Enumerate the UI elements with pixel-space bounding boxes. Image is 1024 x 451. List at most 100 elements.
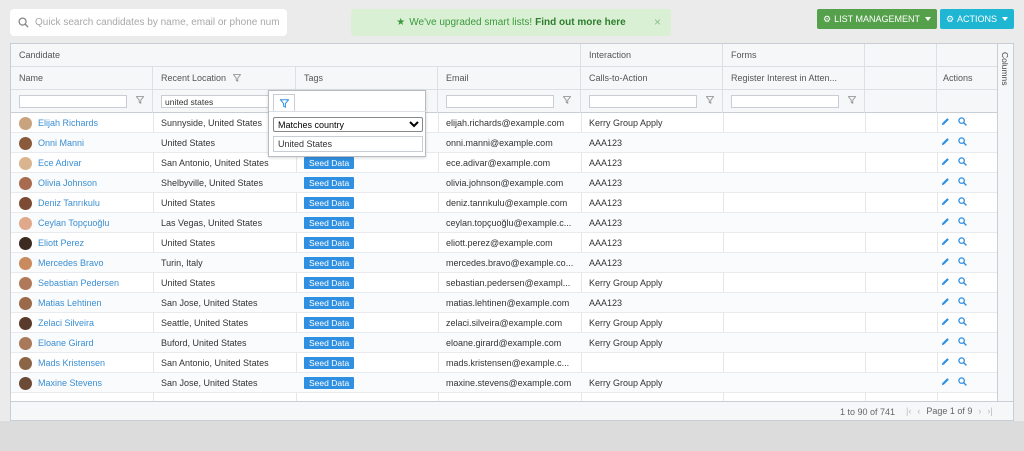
tag-badge[interactable]: Seed Data <box>304 217 355 229</box>
edit-icon[interactable] <box>941 217 950 226</box>
table-row[interactable]: Deniz Tanrıkulu United States Seed Data den… <box>11 193 999 213</box>
edit-icon[interactable] <box>941 377 950 386</box>
edit-icon[interactable] <box>941 257 950 266</box>
candidate-name[interactable]: Zelaci Silveira <box>11 313 153 333</box>
table-row[interactable]: Zelaci Silveira Seattle, United States See… <box>11 313 999 333</box>
candidate-name[interactable]: Matias Lehtinen <box>11 293 153 313</box>
candidate-name[interactable]: Maxine Stevens <box>11 373 153 393</box>
tag-badge[interactable]: Seed Data <box>304 277 355 289</box>
search-icon[interactable] <box>958 257 967 266</box>
header-location[interactable]: Recent Location <box>153 67 296 90</box>
filter-condition-select[interactable]: Matches country <box>273 117 423 132</box>
last-page-icon[interactable]: ›| <box>987 406 992 416</box>
table-row[interactable]: Ece Adıvar San Antonio, United States Seed… <box>11 153 999 173</box>
table-row[interactable]: Mercedes Bravo Turin, Italy Seed Data merce… <box>11 253 999 273</box>
search-icon[interactable] <box>958 377 967 386</box>
table-row[interactable]: Matias Lehtinen San Jose, United States Se… <box>11 293 999 313</box>
tag-badge[interactable]: Seed Data <box>304 297 355 309</box>
edit-icon[interactable] <box>941 337 950 346</box>
close-icon[interactable]: × <box>654 15 661 29</box>
banner-link[interactable]: Find out more here <box>535 17 626 28</box>
table-row[interactable]: Sebastian Pedersen United States Seed Data… <box>11 273 999 293</box>
search-icon[interactable] <box>958 117 967 126</box>
location-cell: Buford, United States <box>161 338 247 348</box>
list-management-button[interactable]: ⚙ LIST MANAGEMENT <box>817 9 937 29</box>
header-cta[interactable]: Calls-to-Action <box>581 67 723 90</box>
filter-email-input[interactable] <box>446 95 554 108</box>
table-row[interactable]: Eliott Perez United States Seed Data eliott… <box>11 233 999 253</box>
table-row[interactable]: Ceylan Topçuoğlu Las Vegas, United States… <box>11 213 999 233</box>
candidate-name[interactable]: Onni Manni <box>11 133 153 153</box>
table-row[interactable]: Eloane Girard Buford, United States Seed D… <box>11 333 999 353</box>
tags-cell: Seed Data <box>296 173 438 193</box>
filter-name-input[interactable] <box>19 95 127 108</box>
edit-icon[interactable] <box>941 277 950 286</box>
filter-icon[interactable] <box>848 96 856 104</box>
table-row[interactable]: Olivia Johnson Shelbyville, United States… <box>11 173 999 193</box>
filter-value-input[interactable]: United States <box>273 136 423 152</box>
table-row[interactable]: Maxine Stevens San Jose, United States See… <box>11 373 999 393</box>
search-icon[interactable] <box>958 217 967 226</box>
header-name[interactable]: Name <box>11 67 153 90</box>
tag-badge[interactable]: Seed Data <box>304 237 355 249</box>
candidate-name[interactable]: Deniz Tanrıkulu <box>11 193 153 213</box>
edit-icon[interactable] <box>941 137 950 146</box>
search-icon[interactable] <box>958 137 967 146</box>
tag-badge[interactable]: Seed Data <box>304 377 355 389</box>
table-row[interactable]: Mads Kristensen San Antonio, United State… <box>11 353 999 373</box>
filter-icon[interactable] <box>706 96 714 104</box>
edit-icon[interactable] <box>941 357 950 366</box>
search-input[interactable] <box>35 17 280 28</box>
header-register[interactable]: Register Interest in Atten... <box>723 67 865 90</box>
search-icon[interactable] <box>958 197 967 206</box>
edit-icon[interactable] <box>941 297 950 306</box>
tag-badge[interactable]: Seed Data <box>304 157 355 169</box>
table-row[interactable]: Elijah Richards Sunnyside, United States e… <box>11 113 999 133</box>
candidate-name[interactable]: Mercedes Bravo <box>11 253 153 273</box>
prev-page-icon[interactable]: ‹ <box>917 406 920 416</box>
columns-sidebar[interactable]: Columns <box>997 44 1013 401</box>
quick-search[interactable] <box>10 9 287 36</box>
edit-icon[interactable] <box>941 117 950 126</box>
actions-button[interactable]: ⚙ ACTIONS <box>940 9 1014 29</box>
search-icon[interactable] <box>958 337 967 346</box>
search-icon[interactable] <box>958 157 967 166</box>
candidate-name[interactable]: Eliott Perez <box>11 233 153 253</box>
candidate-name[interactable]: Ece Adıvar <box>11 153 153 173</box>
tag-badge[interactable]: Seed Data <box>304 177 355 189</box>
tag-badge[interactable]: Seed Data <box>304 317 355 329</box>
candidate-name[interactable]: Ceylan Topçuoğlu <box>11 213 153 233</box>
tag-badge[interactable]: Seed Data <box>304 197 355 209</box>
candidate-name[interactable]: Olivia Johnson <box>11 173 153 193</box>
search-icon[interactable] <box>958 317 967 326</box>
filter-active-icon[interactable] <box>232 74 241 82</box>
search-icon[interactable] <box>958 177 967 186</box>
edit-icon[interactable] <box>941 197 950 206</box>
filter-tab[interactable] <box>273 94 295 111</box>
search-icon[interactable] <box>958 357 967 366</box>
search-icon[interactable] <box>958 237 967 246</box>
search-icon[interactable] <box>958 277 967 286</box>
filter-register-input[interactable] <box>731 95 839 108</box>
header-email[interactable]: Email <box>438 67 581 90</box>
first-page-icon[interactable]: |‹ <box>906 406 911 416</box>
candidate-name[interactable]: Sebastian Pedersen <box>11 273 153 293</box>
filter-location-input[interactable] <box>161 95 269 108</box>
candidate-name[interactable]: Mads Kristensen <box>11 353 153 373</box>
filter-icon[interactable] <box>136 96 144 104</box>
filter-icon[interactable] <box>563 96 571 104</box>
edit-icon[interactable] <box>941 317 950 326</box>
edit-icon[interactable] <box>941 177 950 186</box>
edit-icon[interactable] <box>941 157 950 166</box>
candidate-name[interactable]: Elijah Richards <box>11 113 153 133</box>
header-tags[interactable]: Tags <box>296 67 438 90</box>
next-page-icon[interactable]: › <box>978 406 981 416</box>
tag-badge[interactable]: Seed Data <box>304 337 355 349</box>
filter-cta-input[interactable] <box>589 95 697 108</box>
tag-badge[interactable]: Seed Data <box>304 357 355 369</box>
tag-badge[interactable]: Seed Data <box>304 257 355 269</box>
table-row[interactable]: Onni Manni United States onni.manni@exampl… <box>11 133 999 153</box>
edit-icon[interactable] <box>941 237 950 246</box>
candidate-name[interactable]: Eloane Girard <box>11 333 153 353</box>
search-icon[interactable] <box>958 297 967 306</box>
